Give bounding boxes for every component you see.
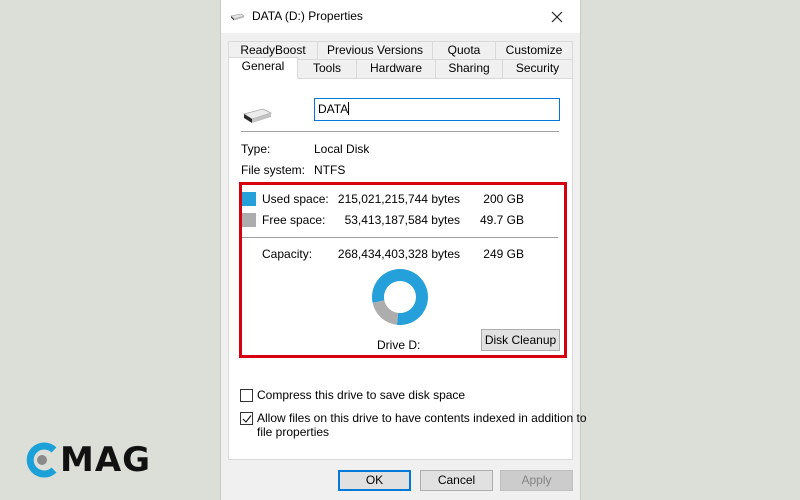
drive-icon (230, 13, 245, 21)
ok-button[interactable]: OK (338, 470, 411, 491)
tab-label: Quota (447, 43, 481, 57)
file-system-value: NTFS (314, 163, 346, 177)
tab-label: Sharing (448, 61, 490, 75)
type-value: Local Disk (314, 142, 370, 156)
tab-tools[interactable]: Tools (297, 59, 357, 78)
capacity-label: Capacity: (262, 247, 313, 261)
tab-label: Security (515, 61, 560, 75)
apply-button[interactable]: Apply (500, 470, 573, 491)
capacity-size: 249 GB (483, 247, 524, 261)
drive-name-value: DATA (318, 102, 349, 116)
used-space-size: 200 GB (483, 192, 524, 206)
drive-icon (243, 108, 273, 123)
cancel-button[interactable]: Cancel (420, 470, 493, 491)
free-space-size: 49.7 GB (479, 213, 524, 227)
index-label-line2: file properties (257, 425, 330, 439)
tab-label: Tools (312, 61, 341, 75)
usage-donut-chart (372, 269, 428, 325)
tab-security[interactable]: Security (502, 59, 573, 78)
separator (242, 237, 558, 238)
properties-dialog: DATA (D:) Properties ReadyBoost Previous… (220, 0, 587, 500)
tab-quota[interactable]: Quota (432, 41, 496, 60)
title-bar: DATA (D:) Properties (221, 0, 580, 33)
tab-hardware[interactable]: Hardware (356, 59, 436, 78)
used-space-swatch (242, 192, 256, 206)
donut-free-segment (372, 300, 399, 325)
tab-label: Previous Versions (326, 43, 424, 57)
index-label: Allow files on this drive to have conten… (257, 411, 587, 425)
drive-name-input[interactable]: DATA (314, 98, 560, 121)
tab-general[interactable]: General (228, 57, 298, 79)
type-label: Type: (241, 142, 271, 156)
capacity-bytes: 268,434,403,328 bytes (337, 247, 460, 261)
used-space-label: Used space: (262, 192, 329, 206)
checkmark-icon (242, 415, 252, 423)
drive-label: Drive D: (377, 338, 421, 352)
general-tab-panel: DATA Type: Local Disk File system: NTFS … (228, 78, 587, 460)
free-space-swatch (242, 213, 256, 227)
tab-label: Customize (505, 43, 563, 57)
index-checkbox[interactable] (240, 412, 253, 425)
tab-customize[interactable]: Customize (495, 41, 573, 60)
tab-label: ReadyBoost (240, 43, 306, 57)
logo-text: MAG (60, 440, 152, 480)
free-space-label: Free space: (262, 213, 326, 227)
tab-sharing[interactable]: Sharing (435, 59, 503, 78)
file-system-label: File system: (241, 163, 306, 177)
logo-mark-icon (26, 442, 57, 478)
text-caret (348, 102, 350, 115)
close-button[interactable] (534, 0, 580, 33)
close-icon (551, 11, 563, 22)
separator (241, 131, 559, 132)
tab-label: Hardware (369, 61, 423, 75)
used-space-bytes: 215,021,215,744 bytes (337, 192, 460, 206)
compress-checkbox[interactable] (240, 389, 253, 402)
window-title: DATA (D:) Properties (252, 9, 363, 23)
free-space-bytes: 53,413,187,584 bytes (344, 213, 460, 227)
disk-cleanup-button[interactable]: Disk Cleanup (481, 329, 560, 351)
tab-previous-versions[interactable]: Previous Versions (317, 41, 433, 60)
tab-label: General (241, 59, 285, 73)
compress-label: Compress this drive to save disk space (257, 388, 466, 402)
